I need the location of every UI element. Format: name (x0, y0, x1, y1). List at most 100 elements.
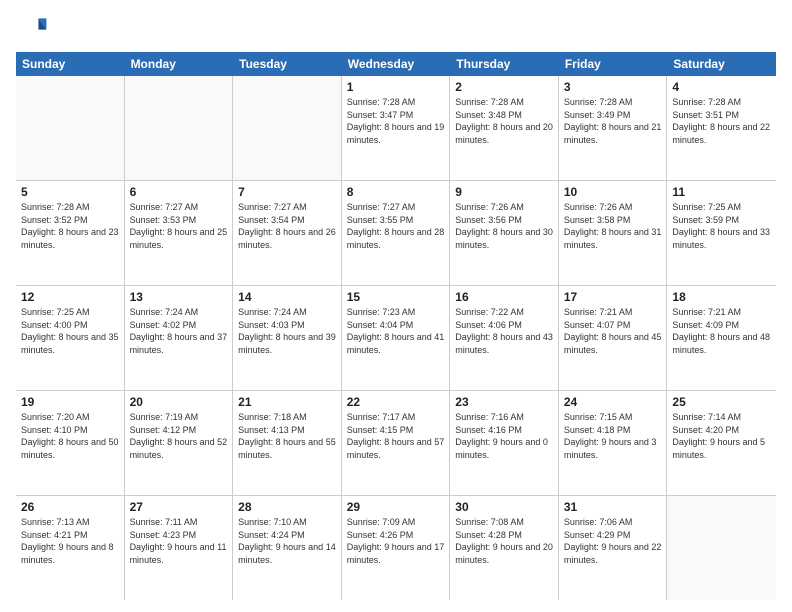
calendar-cell: 14 Sunrise: 7:24 AMSunset: 4:03 PMDayligh… (233, 286, 342, 390)
calendar-page: SundayMondayTuesdayWednesdayThursdayFrid… (0, 0, 792, 612)
calendar-cell: 18 Sunrise: 7:21 AMSunset: 4:09 PMDayligh… (667, 286, 776, 390)
day-number: 30 (455, 500, 553, 514)
day-number: 17 (564, 290, 662, 304)
calendar-cell (16, 76, 125, 180)
day-info: Sunrise: 7:15 AMSunset: 4:18 PMDaylight:… (564, 411, 662, 461)
day-number: 5 (21, 185, 119, 199)
day-number: 18 (672, 290, 771, 304)
day-number: 28 (238, 500, 336, 514)
day-info: Sunrise: 7:06 AMSunset: 4:29 PMDaylight:… (564, 516, 662, 566)
weekday-header: Monday (125, 52, 234, 76)
day-info: Sunrise: 7:19 AMSunset: 4:12 PMDaylight:… (130, 411, 228, 461)
day-info: Sunrise: 7:27 AMSunset: 3:55 PMDaylight:… (347, 201, 445, 251)
day-info: Sunrise: 7:18 AMSunset: 4:13 PMDaylight:… (238, 411, 336, 461)
calendar-cell: 17 Sunrise: 7:21 AMSunset: 4:07 PMDayligh… (559, 286, 668, 390)
calendar-cell: 26Sunrise: 7:13 AMSunset: 4:21 PMDayligh… (16, 496, 125, 600)
day-info: Sunrise: 7:16 AMSunset: 4:16 PMDaylight:… (455, 411, 553, 461)
day-number: 15 (347, 290, 445, 304)
calendar-cell: 25Sunrise: 7:14 AMSunset: 4:20 PMDayligh… (667, 391, 776, 495)
day-info: Sunrise: 7:28 AMSunset: 3:51 PMDaylight:… (672, 96, 771, 146)
day-info: Sunrise: 7:24 AMSunset: 4:03 PMDaylight:… (238, 306, 336, 356)
day-info: Sunrise: 7:21 AMSunset: 4:09 PMDaylight:… (672, 306, 771, 356)
calendar-cell: 10 Sunrise: 7:26 AMSunset: 3:58 PMDayligh… (559, 181, 668, 285)
calendar-row: 1 Sunrise: 7:28 AMSunset: 3:47 PMDaylight… (16, 76, 776, 181)
weekday-header: Sunday (16, 52, 125, 76)
day-info: Sunrise: 7:20 AMSunset: 4:10 PMDaylight:… (21, 411, 119, 461)
day-info: Sunrise: 7:17 AMSunset: 4:15 PMDaylight:… (347, 411, 445, 461)
calendar-cell: 2 Sunrise: 7:28 AMSunset: 3:48 PMDaylight… (450, 76, 559, 180)
calendar-cell: 13 Sunrise: 7:24 AMSunset: 4:02 PMDayligh… (125, 286, 234, 390)
calendar-cell: 16 Sunrise: 7:22 AMSunset: 4:06 PMDayligh… (450, 286, 559, 390)
weekday-header: Saturday (667, 52, 776, 76)
day-info: Sunrise: 7:25 AMSunset: 4:00 PMDaylight:… (21, 306, 119, 356)
calendar-cell: 5Sunrise: 7:28 AMSunset: 3:52 PMDaylight… (16, 181, 125, 285)
calendar-cell: 30 Sunrise: 7:08 AMSunset: 4:28 PMDayligh… (450, 496, 559, 600)
day-number: 6 (130, 185, 228, 199)
day-info: Sunrise: 7:13 AMSunset: 4:21 PMDaylight:… (21, 516, 119, 566)
day-number: 8 (347, 185, 445, 199)
header (16, 12, 776, 44)
calendar-cell: 23 Sunrise: 7:16 AMSunset: 4:16 PMDayligh… (450, 391, 559, 495)
day-number: 10 (564, 185, 662, 199)
day-info: Sunrise: 7:28 AMSunset: 3:48 PMDaylight:… (455, 96, 553, 146)
day-info: Sunrise: 7:09 AMSunset: 4:26 PMDaylight:… (347, 516, 445, 566)
calendar-cell: 6 Sunrise: 7:27 AMSunset: 3:53 PMDaylight… (125, 181, 234, 285)
day-info: Sunrise: 7:25 AMSunset: 3:59 PMDaylight:… (672, 201, 771, 251)
weekday-header: Wednesday (342, 52, 451, 76)
calendar-cell: 8 Sunrise: 7:27 AMSunset: 3:55 PMDaylight… (342, 181, 451, 285)
calendar-cell: 4 Sunrise: 7:28 AMSunset: 3:51 PMDaylight… (667, 76, 776, 180)
calendar-cell: 21 Sunrise: 7:18 AMSunset: 4:13 PMDayligh… (233, 391, 342, 495)
day-info: Sunrise: 7:08 AMSunset: 4:28 PMDaylight:… (455, 516, 553, 566)
calendar-cell: 9 Sunrise: 7:26 AMSunset: 3:56 PMDaylight… (450, 181, 559, 285)
day-number: 16 (455, 290, 553, 304)
day-number: 21 (238, 395, 336, 409)
weekday-header: Friday (559, 52, 668, 76)
day-number: 22 (347, 395, 445, 409)
day-info: Sunrise: 7:23 AMSunset: 4:04 PMDaylight:… (347, 306, 445, 356)
day-number: 14 (238, 290, 336, 304)
day-number: 31 (564, 500, 662, 514)
day-number: 7 (238, 185, 336, 199)
day-info: Sunrise: 7:26 AMSunset: 3:58 PMDaylight:… (564, 201, 662, 251)
weekday-header: Thursday (450, 52, 559, 76)
calendar-cell: 19Sunrise: 7:20 AMSunset: 4:10 PMDayligh… (16, 391, 125, 495)
day-number: 27 (130, 500, 228, 514)
calendar-cell: 22 Sunrise: 7:17 AMSunset: 4:15 PMDayligh… (342, 391, 451, 495)
day-info: Sunrise: 7:27 AMSunset: 3:54 PMDaylight:… (238, 201, 336, 251)
day-number: 9 (455, 185, 553, 199)
day-number: 4 (672, 80, 771, 94)
logo (16, 12, 52, 44)
day-info: Sunrise: 7:22 AMSunset: 4:06 PMDaylight:… (455, 306, 553, 356)
calendar-body: 1 Sunrise: 7:28 AMSunset: 3:47 PMDaylight… (16, 76, 776, 600)
calendar-cell: 28Sunrise: 7:10 AMSunset: 4:24 PMDayligh… (233, 496, 342, 600)
calendar-cell: 3Sunrise: 7:28 AMSunset: 3:49 PMDaylight… (559, 76, 668, 180)
day-number: 29 (347, 500, 445, 514)
calendar-cell: 11 Sunrise: 7:25 AMSunset: 3:59 PMDayligh… (667, 181, 776, 285)
day-info: Sunrise: 7:11 AMSunset: 4:23 PMDaylight:… (130, 516, 228, 566)
calendar-cell: 20Sunrise: 7:19 AMSunset: 4:12 PMDayligh… (125, 391, 234, 495)
calendar-cell: 1 Sunrise: 7:28 AMSunset: 3:47 PMDaylight… (342, 76, 451, 180)
calendar-cell: 12Sunrise: 7:25 AMSunset: 4:00 PMDayligh… (16, 286, 125, 390)
calendar-cell: 31 Sunrise: 7:06 AMSunset: 4:29 PMDayligh… (559, 496, 668, 600)
day-info: Sunrise: 7:26 AMSunset: 3:56 PMDaylight:… (455, 201, 553, 251)
calendar: SundayMondayTuesdayWednesdayThursdayFrid… (16, 52, 776, 600)
day-info: Sunrise: 7:27 AMSunset: 3:53 PMDaylight:… (130, 201, 228, 251)
day-info: Sunrise: 7:21 AMSunset: 4:07 PMDaylight:… (564, 306, 662, 356)
day-number: 1 (347, 80, 445, 94)
day-number: 2 (455, 80, 553, 94)
calendar-row: 12Sunrise: 7:25 AMSunset: 4:00 PMDayligh… (16, 286, 776, 391)
day-info: Sunrise: 7:28 AMSunset: 3:47 PMDaylight:… (347, 96, 445, 146)
calendar-cell (667, 496, 776, 600)
logo-icon (16, 12, 48, 44)
calendar-row: 5Sunrise: 7:28 AMSunset: 3:52 PMDaylight… (16, 181, 776, 286)
day-info: Sunrise: 7:24 AMSunset: 4:02 PMDaylight:… (130, 306, 228, 356)
day-number: 13 (130, 290, 228, 304)
day-info: Sunrise: 7:28 AMSunset: 3:49 PMDaylight:… (564, 96, 662, 146)
calendar-cell (125, 76, 234, 180)
calendar-cell: 29 Sunrise: 7:09 AMSunset: 4:26 PMDayligh… (342, 496, 451, 600)
calendar-cell (233, 76, 342, 180)
day-number: 11 (672, 185, 771, 199)
calendar-row: 26Sunrise: 7:13 AMSunset: 4:21 PMDayligh… (16, 496, 776, 600)
day-number: 23 (455, 395, 553, 409)
day-number: 24 (564, 395, 662, 409)
